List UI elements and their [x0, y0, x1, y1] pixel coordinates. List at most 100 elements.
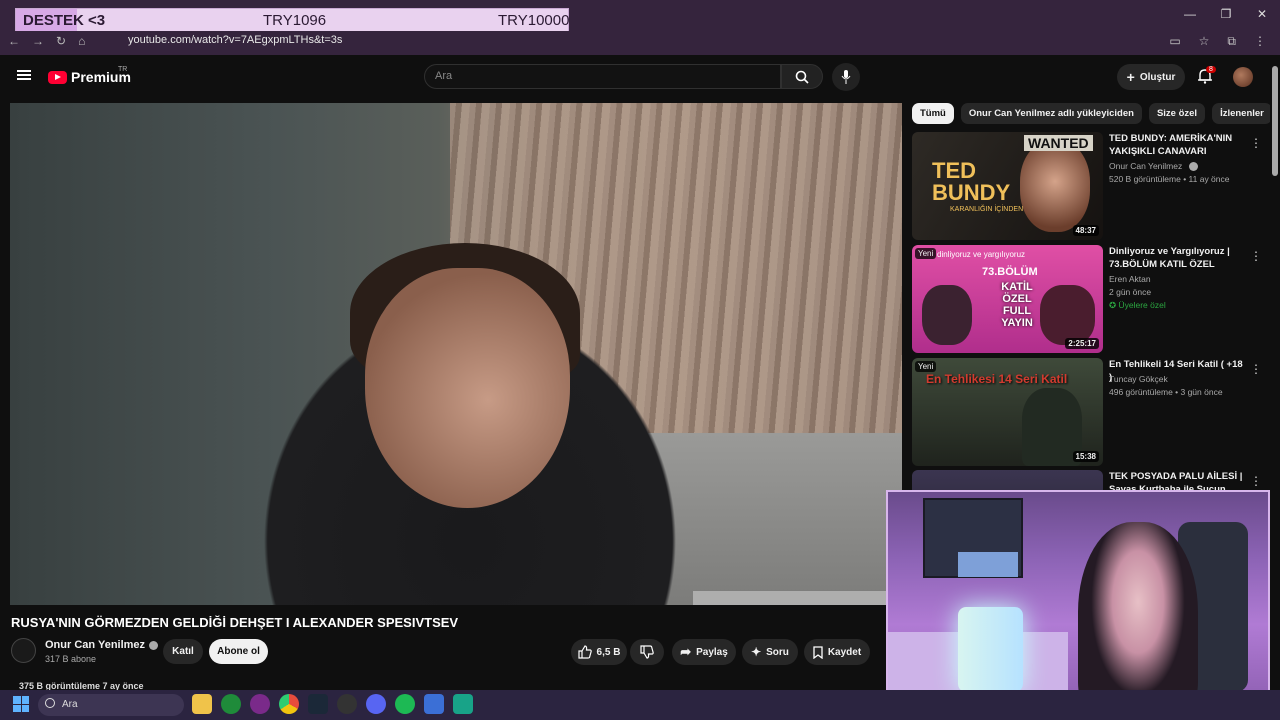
thumbs-down-icon — [640, 645, 654, 659]
more-options-icon[interactable]: ⋮ — [1250, 136, 1262, 150]
recommendation-item[interactable]: En Tehlikesi 14 Seri Katil Yeni 15:38 En… — [912, 358, 1262, 466]
close-window-button[interactable]: ✕ — [1244, 4, 1280, 24]
join-button[interactable]: Katıl — [163, 639, 203, 664]
chip-for-you[interactable]: Size özel — [1148, 103, 1206, 124]
minimize-button[interactable]: — — [1172, 4, 1208, 24]
channel-avatar[interactable] — [11, 638, 36, 663]
back-icon[interactable]: ← — [8, 34, 20, 48]
thumbs-up-icon — [577, 645, 592, 659]
recommendation-title[interactable]: TEK POSYADA PALU AİLESİ | Savaş Kurtbaba… — [1109, 470, 1244, 492]
new-badge: Yeni — [915, 248, 937, 259]
discord-icon[interactable] — [366, 694, 386, 714]
recommendation-item[interactable]: WANTED TED BUNDY KARANLIĞIN İÇİNDEN 48:37… — [912, 132, 1262, 240]
xbox-icon[interactable] — [221, 694, 241, 714]
more-options-icon[interactable]: ⋮ — [1250, 474, 1262, 488]
recommendation-title[interactable]: Dinliyoruz ve Yargılıyoruz | 73.BÖLÜM KA… — [1109, 245, 1244, 271]
more-options-icon[interactable]: ⋮ — [1250, 362, 1262, 376]
chrome-icon[interactable] — [279, 694, 299, 714]
reload-icon[interactable]: ↻ — [56, 34, 66, 48]
save-label: Kaydet — [827, 646, 862, 658]
thumbnail-text: WANTED — [1024, 135, 1093, 151]
windows-start-icon[interactable] — [13, 696, 29, 712]
duration-badge: 48:37 — [1072, 225, 1099, 236]
bookmark-icon — [813, 645, 823, 659]
search-icon — [45, 698, 55, 708]
restore-button[interactable]: ❐ — [1208, 4, 1244, 24]
thumbnail-text: KATİL ÖZEL FULL YAYIN — [1001, 281, 1033, 329]
verified-icon — [149, 640, 159, 650]
thumbnail-subtext: KARANLIĞIN İÇİNDEN — [950, 206, 1024, 213]
search-input[interactable]: Ara — [424, 64, 781, 89]
taskbar-search[interactable]: Ara — [38, 694, 184, 716]
ask-button[interactable]: ✦ Soru — [742, 639, 798, 665]
video-thumbnail[interactable] — [912, 470, 1103, 492]
channel-name[interactable]: Onur Can Yenilmez — [45, 639, 159, 651]
home-icon[interactable]: ⌂ — [78, 34, 85, 48]
create-label: Oluştur — [1139, 71, 1176, 83]
voice-search-button[interactable] — [832, 63, 860, 91]
create-button[interactable]: + Oluştur — [1117, 64, 1185, 90]
webcam-monitor-screen — [958, 552, 1018, 577]
spotify-icon[interactable] — [395, 694, 415, 714]
scrollbar-thumb[interactable] — [1272, 66, 1278, 176]
sparkle-icon: ✦ — [751, 645, 762, 659]
thumbnail-word: 14 Seri Katil — [998, 372, 1068, 386]
share-button[interactable]: ➦ Paylaş — [672, 639, 736, 665]
thumbnail-word: BUNDY — [932, 180, 1011, 205]
thumbnail-face — [1020, 140, 1090, 232]
app-icon[interactable] — [453, 694, 473, 714]
chip-all[interactable]: Tümü — [912, 103, 954, 124]
like-button[interactable]: 6,5 B — [571, 639, 627, 665]
plus-icon: + — [1126, 69, 1135, 85]
recommendation-item[interactable]: dinliyoruz ve yargılıyoruz 73.BÖLÜM KATİ… — [912, 245, 1262, 353]
filter-chips: Tümü Onur Can Yenilmez adlı yükleyiciden… — [912, 103, 1272, 124]
menu-icon[interactable] — [17, 70, 31, 80]
video-person-face — [365, 268, 570, 508]
steam-icon[interactable] — [308, 694, 328, 714]
video-title: RUSYA'NIN GÖRMEZDEN GELDİĞİ DEHŞET I ALE… — [11, 615, 459, 630]
recommendation-channel: Eren Aktan — [1109, 274, 1151, 284]
file-explorer-icon[interactable] — [192, 694, 212, 714]
more-options-icon[interactable]: ⋮ — [1250, 249, 1262, 263]
app-circle-icon[interactable] — [250, 694, 270, 714]
recommendation-title[interactable]: TED BUNDY: AMERİKA'NIN YAKIŞIKLI CANAVAR… — [1109, 132, 1244, 158]
youtube-play-icon — [48, 70, 67, 84]
subscribe-button[interactable]: Abone ol — [209, 639, 268, 664]
recommendation-item[interactable]: TEK POSYADA PALU AİLESİ | Savaş Kurtbaba… — [912, 470, 1262, 492]
search-button[interactable] — [781, 64, 823, 89]
webcam-lamp — [958, 607, 1023, 692]
bookmark-star-icon[interactable]: ☆ — [1199, 34, 1210, 49]
taskbar-apps — [192, 694, 473, 714]
app-icon[interactable] — [424, 694, 444, 714]
obs-icon[interactable] — [337, 694, 357, 714]
dislike-button[interactable] — [630, 639, 664, 665]
share-label: Paylaş — [696, 646, 728, 658]
account-avatar[interactable] — [1233, 67, 1253, 87]
cast-icon[interactable]: ▭ — [1169, 34, 1180, 49]
url-text[interactable]: youtube.com/watch?v=7AEgxpmLTHs&t=3s — [128, 34, 342, 46]
video-thumbnail[interactable]: En Tehlikesi 14 Seri Katil Yeni 15:38 — [912, 358, 1103, 466]
new-badge: Yeni — [915, 361, 937, 372]
channel-name-text[interactable]: Onur Can Yenilmez — [45, 639, 145, 651]
notification-count-badge: 8 — [1206, 66, 1216, 73]
video-player[interactable] — [10, 103, 902, 605]
donation-goal-overlay: DESTEK <3 TRY1096 TRY10000 — [15, 8, 569, 33]
webcam-overlay — [886, 490, 1270, 715]
recommendation-channel: Tuncay Gökçek — [1109, 374, 1168, 384]
recommendation-channel: Onur Can Yenilmez — [1109, 161, 1198, 172]
search-icon — [795, 70, 809, 84]
window-controls: — ❐ ✕ — [1172, 4, 1280, 24]
forward-icon[interactable]: → — [32, 34, 44, 48]
donation-current: TRY1096 — [263, 12, 327, 29]
extensions-icon[interactable]: ⧉ — [1227, 34, 1236, 49]
video-thumbnail[interactable]: WANTED TED BUNDY KARANLIĞIN İÇİNDEN 48:37 — [912, 132, 1103, 240]
menu-more-icon[interactable]: ⋮ — [1254, 34, 1266, 49]
video-thumbnail[interactable]: dinliyoruz ve yargılıyoruz 73.BÖLÜM KATİ… — [912, 245, 1103, 353]
recommendation-meta: 2 gün önce — [1109, 287, 1152, 297]
chip-uploader[interactable]: Onur Can Yenilmez adlı yükleyiciden — [960, 103, 1142, 124]
thumbnail-person — [1040, 285, 1095, 345]
thumbnail-text: dinliyoruz ve yargılıyoruz — [937, 250, 1026, 259]
chip-watched[interactable]: İzlenenler — [1212, 103, 1272, 124]
donation-goal: TRY10000 — [498, 12, 570, 29]
save-button[interactable]: Kaydet — [804, 639, 870, 665]
